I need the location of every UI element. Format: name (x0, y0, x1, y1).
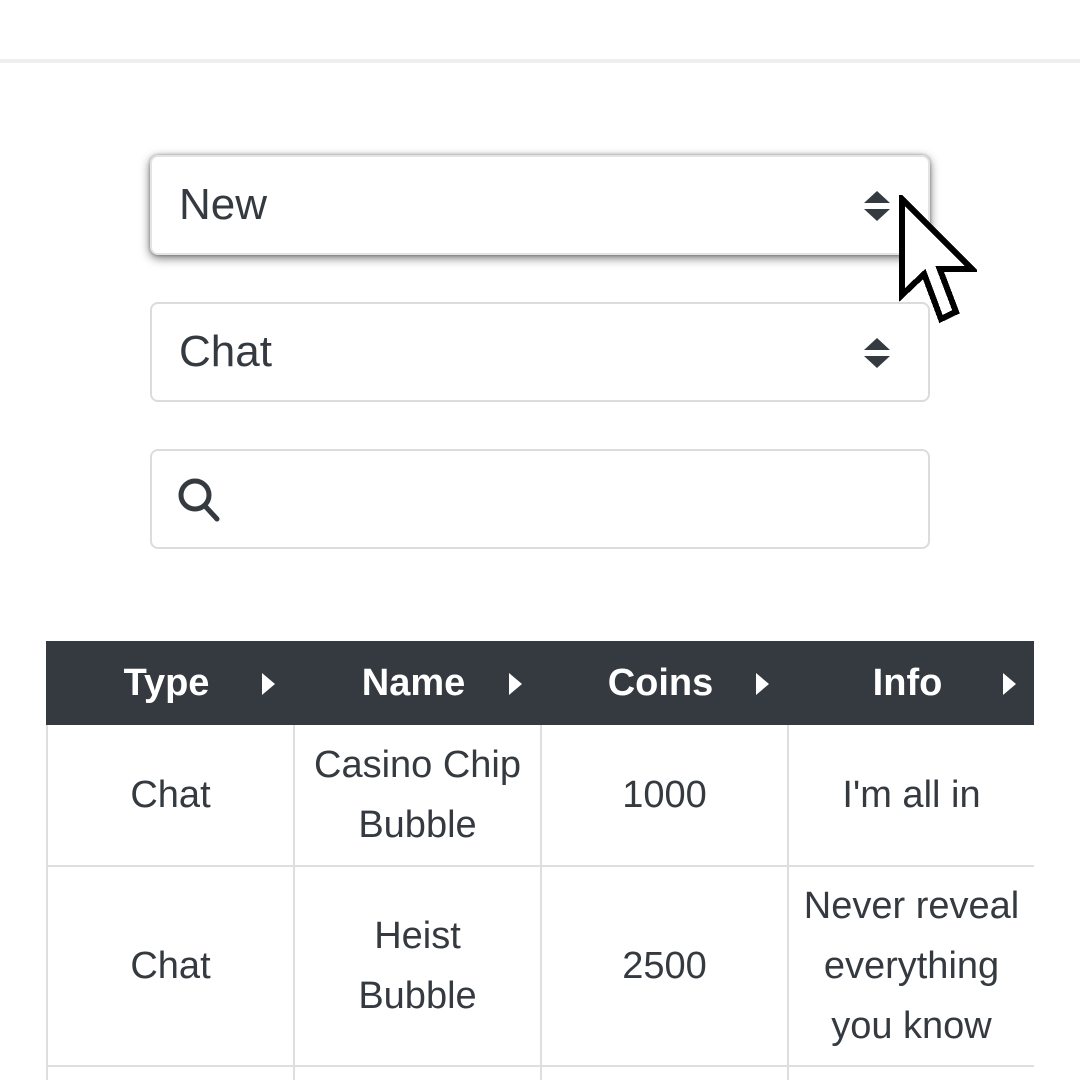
table-header-row: Type Name Coins Info (46, 641, 1034, 725)
cell-type: Chat (46, 723, 295, 867)
cell-type (46, 1065, 295, 1080)
column-header-label: Type (123, 662, 210, 704)
search-icon (178, 478, 220, 522)
type-select-value: Chat (179, 327, 272, 376)
sort-select[interactable]: New (150, 155, 930, 255)
items-table: Type Name Coins Info Chat Casino Chip Bu… (46, 641, 1034, 1080)
cell-info: I'm all in (787, 723, 1034, 867)
caret-right-icon (1003, 673, 1016, 695)
header-divider (0, 59, 1080, 63)
column-header-name[interactable]: Name (293, 641, 542, 725)
column-header-info[interactable]: Info (787, 641, 1034, 725)
top-header (0, 0, 1080, 60)
search-input[interactable] (232, 461, 916, 539)
type-select[interactable]: Chat (150, 302, 930, 402)
sort-select-value: New (179, 180, 268, 229)
cell-name (293, 1065, 542, 1080)
column-header-label: Info (872, 662, 943, 704)
cell-name: Heist Bubble (293, 865, 542, 1067)
column-header-label: Coins (607, 662, 714, 704)
search-field[interactable] (150, 449, 930, 549)
table-row: Chat Casino Chip Bubble 1000 I'm all in (46, 723, 1034, 867)
sort-caret-icon (864, 338, 890, 368)
table-row: Chat Heist Bubble 2500 Never reveal ever… (46, 865, 1034, 1067)
cell-coins: 2500 (540, 865, 789, 1067)
column-header-coins[interactable]: Coins (540, 641, 789, 725)
caret-right-icon (262, 673, 275, 695)
cell-type: Chat (46, 865, 295, 1067)
cell-info (787, 1065, 1034, 1080)
column-header-label: Name (361, 662, 466, 704)
caret-right-icon (509, 673, 522, 695)
items-table-container: Type Name Coins Info Chat Casino Chip Bu… (46, 641, 1034, 1080)
sort-caret-icon (864, 191, 890, 221)
cell-name: Casino Chip Bubble (293, 723, 542, 867)
page: New Chat Type Name Coins Info Chat Casin… (0, 0, 1080, 1080)
cell-info: Never reveal everything you know (787, 865, 1034, 1067)
caret-right-icon (756, 673, 769, 695)
cell-coins (540, 1065, 789, 1080)
column-header-type[interactable]: Type (46, 641, 295, 725)
cell-coins: 1000 (540, 723, 789, 867)
table-row (46, 1065, 1034, 1080)
header-title-fragment (470, 0, 640, 2)
